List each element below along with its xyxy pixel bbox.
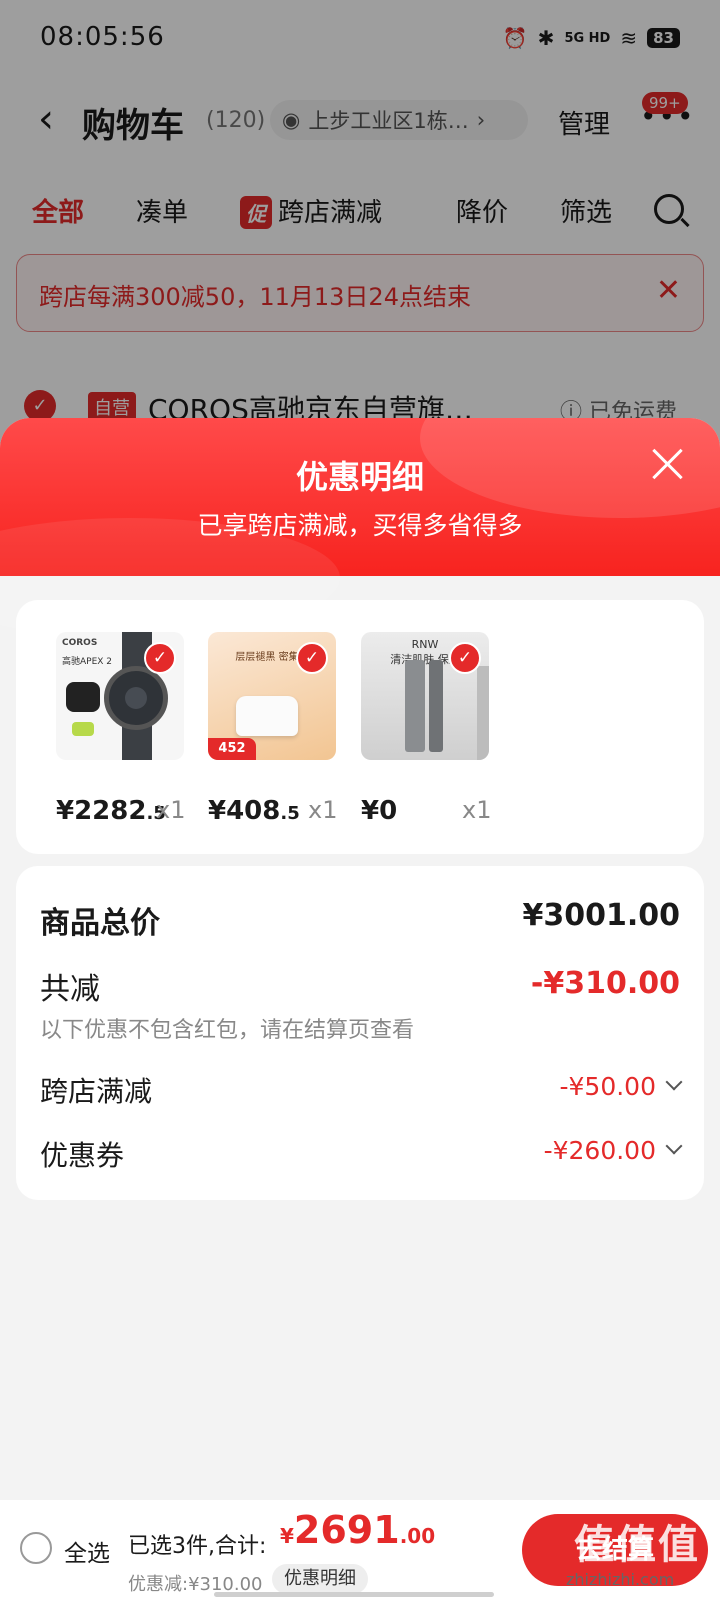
check-icon: ✓ — [144, 642, 176, 674]
product-item[interactable]: COROS 高驰APEX 2 ✓ — [56, 632, 184, 760]
cream-jar-image — [236, 696, 298, 736]
product-price: ¥2282.5 — [56, 796, 166, 826]
product-item[interactable]: RNW 清洁肌肤 保湿 ✓ — [361, 632, 489, 760]
brand-text: COROS — [62, 638, 98, 648]
product-price: ¥0 — [361, 796, 398, 826]
product-qty: x1 — [156, 796, 186, 824]
product-thumbnail: RNW 清洁肌肤 保湿 ✓ — [361, 632, 489, 760]
chevron-down-icon[interactable] — [665, 1073, 683, 1091]
discount-detail-button[interactable]: 优惠明细 — [272, 1564, 368, 1594]
total-price: ¥2691.00 — [280, 1508, 436, 1552]
brand-text: RNW — [411, 638, 439, 651]
product-qty: x1 — [462, 796, 492, 824]
tube-image — [405, 660, 425, 752]
product-item[interactable]: 层层褪黑 密集淡 452 ✓ — [208, 632, 336, 760]
price-summary-card: 商品总价 ¥3001.00 共减 -¥310.00 以下优惠不包含红包，请在结算… — [16, 866, 704, 1200]
coupon-value[interactable]: -¥260.00 — [544, 1136, 656, 1165]
select-all-label[interactable]: 全选 — [64, 1534, 110, 1568]
sheet-subtitle: 已享跨店满减，买得多省得多 — [197, 511, 523, 540]
check-icon: ✓ — [296, 642, 328, 674]
close-icon[interactable] — [648, 444, 688, 484]
total-value: ¥3001.00 — [522, 898, 680, 933]
thumbnail-text: 高驰APEX 2 — [62, 657, 113, 667]
discount-detail-sheet: 优惠明细 已享跨店满减，买得多省得多 COROS 高驰APEX 2 ✓ ¥228… — [0, 418, 720, 1600]
home-indicator[interactable] — [214, 1592, 494, 1597]
sheet-header: 优惠明细 已享跨店满减，买得多省得多 — [0, 418, 720, 638]
watch-image — [104, 666, 168, 730]
product-price: ¥408.5 — [208, 796, 300, 826]
product-thumbnail: COROS 高驰APEX 2 ✓ — [56, 632, 184, 760]
sheet-title: 优惠明细 — [295, 458, 424, 496]
check-icon: ✓ — [449, 642, 481, 674]
select-all-radio[interactable] — [20, 1532, 52, 1564]
product-qty: x1 — [308, 796, 338, 824]
coupon-label: 优惠券 — [40, 1139, 125, 1172]
chevron-down-icon[interactable] — [665, 1137, 683, 1155]
product-thumbnail: 层层褪黑 密集淡 452 ✓ — [208, 632, 336, 760]
discount-note: 以下优惠不包含红包，请在结算页查看 — [40, 1018, 415, 1043]
total-label: 商品总价 — [40, 906, 160, 941]
reduce-label: 共减 — [40, 972, 100, 1007]
watermark-url: zhizhizhi.com — [566, 1570, 675, 1589]
watermark-logo: 值值值 — [574, 1522, 700, 1568]
cross-store-label: 跨店满减 — [40, 1075, 153, 1108]
reduce-value: -¥310.00 — [530, 966, 680, 1001]
product-card: COROS 高驰APEX 2 ✓ ¥2282.5 x1 层层褪黑 密集淡 452… — [16, 600, 704, 854]
cross-store-value[interactable]: -¥50.00 — [560, 1072, 657, 1101]
thumbnail-badge: 452 — [208, 738, 256, 760]
chosen-summary: 已选3件,合计: — [128, 1534, 267, 1559]
